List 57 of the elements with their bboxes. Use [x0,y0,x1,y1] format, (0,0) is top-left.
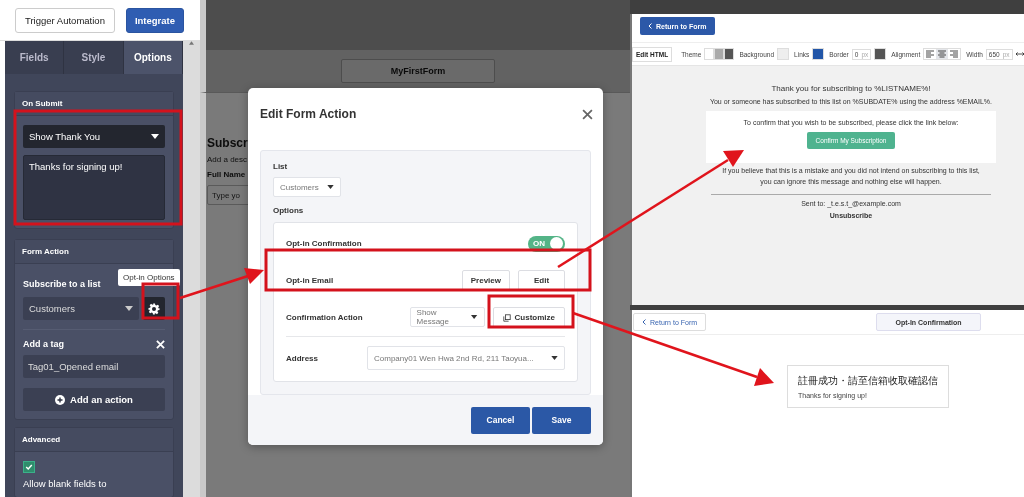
field-label: Full Name [207,170,247,179]
tag-field[interactable]: Tag01_Opened email [23,355,165,378]
list-dropdown[interactable]: Customers [23,297,139,320]
border-swatch[interactable] [874,48,887,60]
option-label: Opt-in Confirmation [286,239,362,248]
action-dropdown[interactable]: Show Thank You [23,125,165,148]
integrate-button[interactable]: Integrate [125,7,185,33]
edit-button[interactable]: Edit [518,270,565,291]
align-center-icon[interactable] [936,49,949,59]
sidebar-tab[interactable]: Fields [5,41,65,74]
caret-icon [551,356,558,360]
section-title: Form Action [15,240,173,264]
form-title: Subscr [207,136,249,150]
field-label: Subscribe to a list [23,279,101,289]
customize-button[interactable]: Customize [492,307,565,328]
save-button[interactable]: Save [532,406,591,434]
external-window-icon [502,313,511,322]
sidebar-tab[interactable]: Options [123,41,183,74]
option-label: Address [286,353,318,363]
resize-icon[interactable] [1015,51,1024,57]
links-swatch[interactable] [812,48,825,60]
action-dropdown[interactable]: Show Message [409,307,485,327]
form-name[interactable]: MyFirstForm [341,59,495,83]
automation-button[interactable]: Trigger Automation [15,7,115,33]
form-description: Add a desc [207,155,249,164]
scroll-up-icon[interactable] [189,41,194,45]
chevron-left-icon [648,23,652,29]
option-label: Opt-in Email [286,276,334,285]
caret-icon [125,306,133,311]
checkbox[interactable] [23,461,35,473]
caret-icon [151,134,159,139]
sidebar-tab[interactable]: Style [64,41,124,74]
message-field[interactable]: Thanks for signing up! [23,155,165,220]
option-label: Allow blank fields to [23,478,108,489]
close-icon[interactable] [582,108,593,120]
caret-icon [327,185,334,189]
email-heading: Thank you for subscribing to %LISTNAME%! [771,84,931,93]
settings-icon [148,302,160,315]
dialog-title: Edit Form Action [260,107,357,121]
highlight-frame [141,282,180,320]
field-label: Options [273,206,305,215]
option-label: Confirmation Action [286,313,363,322]
plus-circle-icon [55,394,66,405]
section-title: Advanced [15,428,173,452]
preview-button[interactable]: Preview [461,270,510,291]
scrollbar[interactable] [183,41,200,497]
add-action-button[interactable]: Add an action [23,388,165,411]
message-heading: 註冊成功・請至信箱收取確認信 [798,374,938,387]
field-label: Add a tag [23,339,64,349]
list-dropdown[interactable]: Customers [273,177,341,197]
chevron-left-icon [642,319,646,325]
cancel-button[interactable]: Cancel [471,406,530,434]
theme-picker[interactable] [704,48,735,60]
address-dropdown[interactable]: Company01 Wen Hwa 2nd Rd, 211 Taoyua... [367,346,565,370]
field-label: List [273,162,289,171]
caret-icon [471,315,478,319]
background-swatch[interactable] [777,48,790,60]
